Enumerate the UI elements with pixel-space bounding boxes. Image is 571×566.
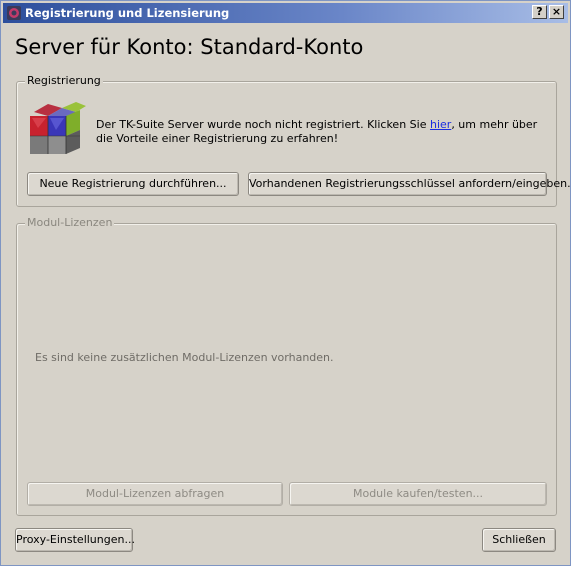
registration-info-text: Der TK-Suite Server wurde noch nicht reg… [96,118,556,146]
module-licenses-group: Modul-Lizenzen Es sind keine zusätzliche… [16,216,557,516]
registration-key-button[interactable]: Vorhandenen Registrierungsschlüssel anfo… [248,172,571,196]
window-title: Registrierung und Lizensierung [25,6,230,20]
dialog-window: Registrierung und Lizensierung ? × Serve… [0,0,571,566]
no-licenses-message: Es sind keine zusätzlichen Modul-Lizenze… [35,351,334,364]
close-window-button[interactable]: × [549,5,564,19]
app-icon [7,6,21,20]
module-licenses-legend: Modul-Lizenzen [25,216,115,229]
query-licenses-button[interactable]: Modul-Lizenzen abfragen [27,482,283,506]
proxy-settings-button[interactable]: Proxy-Einstellungen... [15,528,135,552]
tk-suite-cube-icon [30,102,86,154]
help-button[interactable]: ? [532,5,547,19]
registration-info-link[interactable]: hier [430,118,451,131]
buy-modules-button[interactable]: Module kaufen/testen... [289,482,547,506]
close-button[interactable]: Schließen [482,528,556,552]
registration-text-part1: Der TK-Suite Server wurde noch nicht reg… [96,118,430,131]
title-bar[interactable]: Registrierung und Lizensierung ? × [3,3,568,23]
new-registration-button[interactable]: Neue Registrierung durchführen... [27,172,239,196]
page-title: Server für Konto: Standard-Konto [15,35,364,59]
registration-group: Registrierung Der TK-Suite Server wurde … [16,74,571,207]
registration-legend: Registrierung [25,74,103,87]
